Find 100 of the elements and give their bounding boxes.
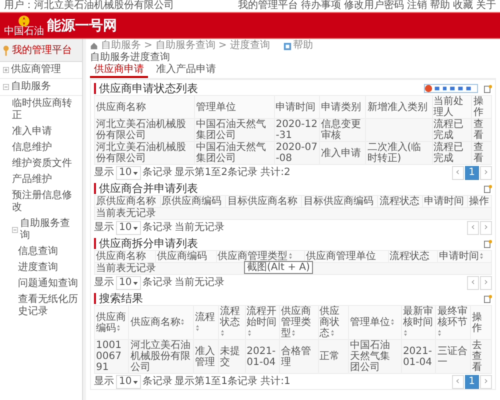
column-header[interactable]: 供应商状态 — [318, 306, 349, 340]
export-icon[interactable] — [484, 294, 492, 302]
help-link[interactable]: 帮助 — [282, 40, 313, 52]
sidebar-item[interactable]: 维护资质文件 — [0, 156, 82, 172]
pager-label: 显示 — [94, 376, 114, 388]
table-cell: 2021-01-04 — [401, 340, 436, 374]
table-cell: 准入管理 — [194, 340, 219, 374]
column-header[interactable]: 供应商编码 — [94, 306, 129, 340]
page-size-select[interactable]: 10 — [116, 166, 141, 180]
sidebar-item[interactable]: 自助服务 — [0, 79, 82, 96]
column-header[interactable]: 流程状态 — [378, 196, 423, 208]
pager-label: 条记录 — [142, 222, 173, 234]
sidebar-item[interactable]: 临时供应商转正 — [0, 96, 82, 124]
sidebar-item[interactable]: 预注册信息修改 — [0, 188, 82, 216]
sidebar-item[interactable]: 信息维护 — [0, 140, 82, 156]
pager-info: 当前无记录 — [174, 277, 225, 289]
table-cell: 1001006791 — [94, 340, 129, 374]
column-header[interactable]: 操作 — [468, 196, 492, 208]
column-header[interactable]: 供应商名称 — [94, 250, 156, 262]
export-icon[interactable] — [484, 184, 492, 192]
caret-icon — [132, 282, 138, 284]
column-header[interactable]: 供应商管理单位 — [304, 250, 388, 262]
table-cell: 三证合一 — [436, 340, 470, 374]
table-cell: 准入申请 — [319, 142, 366, 164]
column-header[interactable]: 管理单位 — [194, 96, 274, 118]
top-link[interactable]: 待办事项 — [301, 0, 341, 12]
column-header[interactable]: 新增准入类别 — [366, 96, 432, 118]
input-toolbar-drawing — [423, 84, 479, 93]
table-cell: 河北立美石油机械股份有限公司 — [128, 340, 194, 374]
pager-info: 显示第1至1条记录 共计:1 — [174, 376, 290, 388]
table-cell: 查看 — [472, 142, 492, 164]
breadcrumb-link[interactable]: 自助服务 — [101, 40, 141, 52]
top-link[interactable]: 我的管理平台 — [238, 0, 298, 12]
page-size-select[interactable]: 10 — [116, 221, 141, 235]
section-title: 供应商拆分申请列表 — [99, 237, 198, 250]
column-header[interactable]: 操作 — [472, 96, 492, 118]
caret-icon — [132, 380, 138, 384]
column-header[interactable]: 供应商编码 — [155, 250, 216, 262]
column-header[interactable]: 申请时间 — [422, 196, 468, 208]
tab[interactable]: 准入产品申请 — [152, 64, 220, 78]
tab[interactable]: 供应商申请 — [90, 64, 148, 78]
pin-icon — [3, 44, 9, 56]
column-header[interactable]: 申请类别 — [319, 96, 366, 118]
sidebar-item[interactable]: 供应商管理 — [0, 62, 82, 79]
column-header[interactable]: 管理单位 — [348, 306, 402, 340]
page-title: 自助服务进度查询 — [90, 52, 171, 64]
column-header[interactable]: 流程开始时间 — [245, 306, 280, 340]
page-size-select[interactable]: 10 — [116, 276, 141, 290]
column-header[interactable]: 原供应商编码 — [160, 196, 226, 208]
page-button[interactable]: 1 — [464, 375, 479, 389]
column-header[interactable]: 流程状态 — [218, 306, 246, 340]
table-cell: 二次准入(临时转正) — [366, 142, 432, 164]
caret-icon — [132, 226, 138, 230]
table-cell: 中国石油天然气集团公司 — [194, 142, 274, 164]
column-header[interactable]: 申请时间 — [274, 96, 320, 118]
column-header[interactable]: 供应商名称 — [94, 96, 194, 118]
top-link[interactable]: 收藏 — [453, 0, 473, 12]
column-header[interactable]: 当前处理人 — [432, 96, 472, 118]
column-header[interactable]: 供应商名称 — [128, 306, 194, 340]
breadcrumb-link[interactable]: 自助服务查询 — [155, 40, 216, 52]
export-icon[interactable] — [484, 240, 492, 248]
breadcrumb-separator: > — [144, 40, 152, 52]
column-header[interactable]: 供应商管理类型 — [280, 306, 318, 340]
section-marker — [94, 183, 96, 194]
column-header[interactable]: 流程状态 — [388, 250, 438, 262]
tooltip: 截图(Alt + A) — [244, 261, 313, 274]
table-cell: 中国石油天然气集团公司 — [194, 118, 274, 142]
sidebar-item[interactable]: 问题通知查询 — [0, 276, 82, 292]
pager-label: 条记录 — [142, 277, 173, 289]
export-icon[interactable] — [484, 84, 492, 92]
column-header[interactable]: 流程 — [194, 306, 219, 340]
table-cell: 流程已完成 — [432, 118, 472, 142]
table-cell: 中国石油天然气集团公司 — [348, 340, 402, 374]
sidebar-title[interactable]: 我的管理平台 — [0, 39, 82, 62]
sidebar-item[interactable]: 进度查询 — [0, 260, 82, 276]
sidebar-item[interactable]: 准入申请 — [0, 124, 82, 140]
book-icon — [282, 42, 292, 50]
column-header[interactable]: 最终审核环节 — [436, 306, 470, 340]
pager-label: 显示 — [94, 277, 114, 289]
sidebar-item[interactable]: 查看无纸化历史记录 — [0, 292, 82, 320]
table-cell: 河北立美石油机械股份有限公司 — [94, 118, 194, 142]
column-header[interactable]: 供应商管理类型 — [216, 250, 304, 262]
sidebar-item[interactable]: 自助服务查询 — [0, 216, 82, 244]
page-button[interactable]: 1 — [464, 166, 479, 180]
sidebar-item[interactable]: 产品维护 — [0, 172, 82, 188]
table-cell: 河北立美石油机械股份有限公司 — [94, 142, 194, 164]
site-logo[interactable]: 能源一号网 — [47, 16, 117, 34]
column-header[interactable]: 目标供应商名称 — [226, 196, 302, 208]
column-header[interactable]: 最新审核时间 — [401, 306, 436, 340]
column-header[interactable]: 原供应商名称 — [94, 196, 160, 208]
top-link[interactable]: 帮助 — [430, 0, 450, 12]
section-title: 供应商合并申请列表 — [99, 182, 198, 195]
empty-message: 当前表无记录 — [94, 208, 492, 220]
page-size-select[interactable]: 10 — [116, 375, 141, 389]
column-header[interactable]: 申请时间 — [438, 250, 492, 262]
sidebar-item[interactable]: 信息查询 — [0, 244, 82, 260]
column-header[interactable]: 目标供应商编码 — [302, 196, 378, 208]
breadcrumb-link[interactable]: 进度查询 — [230, 40, 270, 52]
section-marker — [94, 83, 96, 94]
column-header[interactable]: 操作 — [470, 306, 492, 340]
